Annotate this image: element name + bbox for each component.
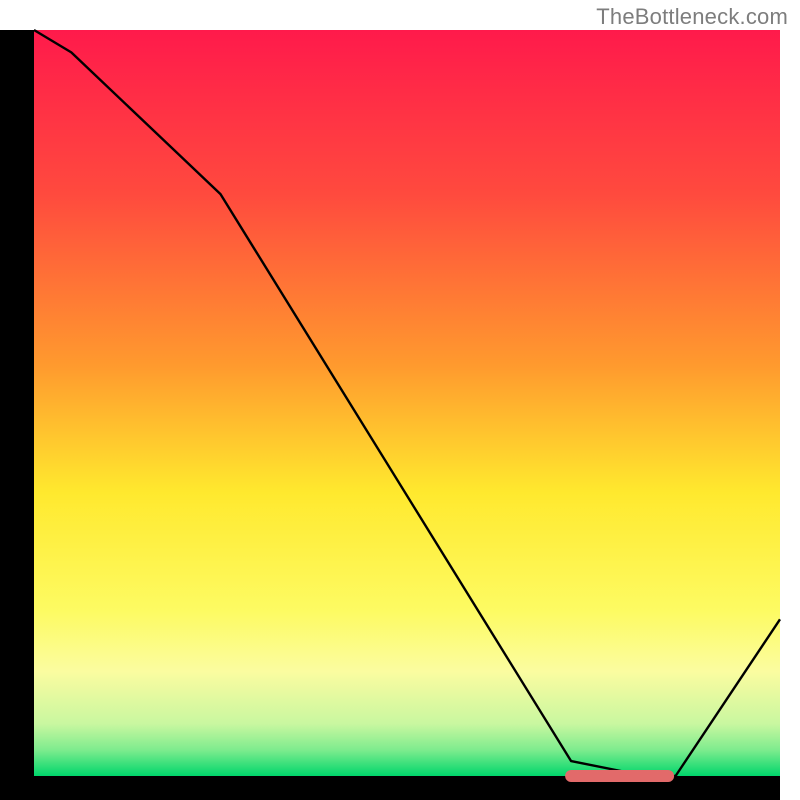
chart-container: TheBottleneck.com — [0, 0, 800, 800]
plot-background — [34, 30, 780, 776]
watermark-text: TheBottleneck.com — [596, 4, 788, 30]
y-axis — [0, 30, 34, 800]
bottleneck-chart — [0, 0, 800, 800]
